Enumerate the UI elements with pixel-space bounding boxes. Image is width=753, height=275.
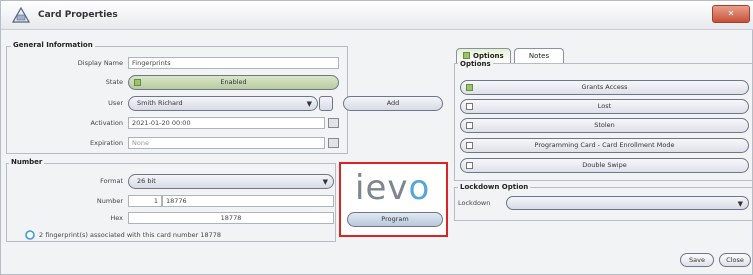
chevron-down-icon: ▼ (306, 100, 312, 108)
chevron-down-icon: ▼ (737, 200, 743, 208)
fingerprint-info-text: 2 fingerprint(s) associated with this ca… (39, 231, 222, 239)
lost-toggle[interactable]: Lost (460, 99, 749, 114)
window-title: Card Properties (38, 10, 118, 20)
state-toggle[interactable]: Enabled (128, 75, 339, 90)
add-user-button[interactable]: Add (343, 96, 443, 111)
activation-field[interactable]: 2021-01-20 00:00 (128, 117, 325, 129)
number-legend: Number (9, 158, 45, 166)
expiration-label: Expiration (90, 139, 123, 147)
ievo-panel: ievo Program (339, 162, 448, 237)
check-icon (466, 84, 473, 91)
checkbox-icon (466, 162, 473, 169)
display-name-label: Display Name (77, 59, 123, 67)
state-check-icon (134, 79, 141, 86)
format-label: Format (100, 177, 123, 185)
activation-label: Activation (90, 119, 123, 127)
hex-field[interactable]: 18778 (128, 212, 334, 224)
programming-card-toggle[interactable]: Programming Card - Card Enrollment Mode (460, 138, 749, 153)
state-label: State (105, 78, 123, 86)
close-button[interactable]: Close (719, 253, 751, 267)
ievo-logo: ievo (355, 168, 431, 208)
card-properties-window: Card Properties ✕ General Information Di… (0, 0, 753, 275)
card-warning-icon (12, 7, 30, 23)
options-legend: Options (458, 60, 493, 68)
user-label: User (108, 99, 123, 107)
stolen-toggle[interactable]: Stolen (460, 118, 749, 133)
state-value: Enabled (220, 78, 247, 86)
display-name-field[interactable]: Fingerprints (128, 57, 339, 69)
expiration-field[interactable]: None (128, 137, 325, 149)
lockdown-select[interactable]: ▼ (506, 196, 749, 210)
checkbox-icon (466, 103, 473, 110)
title-bar: Card Properties ✕ (1, 1, 753, 30)
number-prefix-field[interactable]: 1 (128, 195, 162, 207)
options-tab-icon (463, 52, 470, 59)
checkbox-icon (466, 122, 473, 129)
tab-notes[interactable]: Notes (514, 48, 564, 63)
window-close-button[interactable]: ✕ (712, 5, 750, 23)
program-button[interactable]: Program (347, 212, 443, 227)
info-icon (25, 230, 35, 240)
checkbox-icon (466, 142, 473, 149)
lockdown-label: Lockdown (458, 199, 491, 207)
number-field[interactable]: 18776 (162, 195, 334, 207)
grants-access-toggle[interactable]: Grants Access (460, 80, 749, 95)
general-information-legend: General Information (11, 41, 95, 49)
format-value: 26 bit (137, 177, 156, 185)
hex-label: Hex (110, 214, 123, 222)
format-select[interactable]: 26 bit ▼ (128, 174, 334, 189)
calendar-icon[interactable] (328, 138, 339, 148)
user-more-button[interactable] (319, 96, 333, 111)
user-value: Smith Richard (137, 99, 183, 107)
double-swipe-toggle[interactable]: Double Swipe (460, 158, 749, 173)
lockdown-option-legend: Lockdown Option (458, 183, 531, 191)
calendar-icon[interactable] (328, 118, 339, 128)
save-button[interactable]: Save (680, 253, 714, 267)
chevron-down-icon: ▼ (322, 178, 328, 186)
number-label: Number (96, 197, 123, 205)
user-select[interactable]: Smith Richard ▼ (128, 96, 318, 111)
